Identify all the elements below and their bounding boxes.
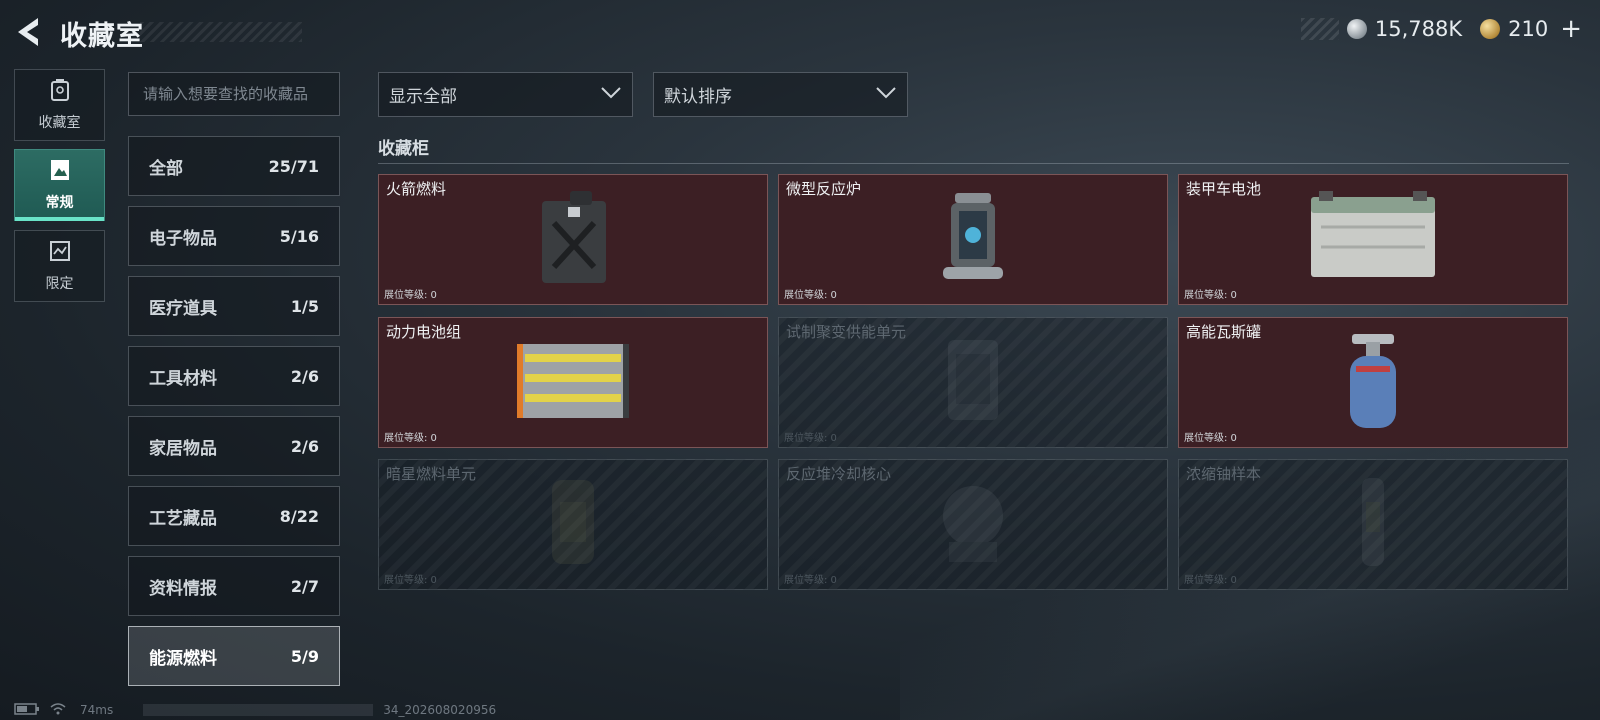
mini-reactor-icon	[935, 187, 1011, 291]
item-card-fusion-unit[interactable]: 试制聚变供能单元 展位等级: 0	[778, 317, 1168, 448]
add-currency-button[interactable]: +	[1560, 16, 1582, 42]
wifi-icon	[50, 702, 66, 718]
silver-coin-icon	[1346, 19, 1367, 39]
item-name: 暗星燃料单元	[386, 465, 477, 483]
item-name: 反应堆冷却核心	[786, 465, 892, 483]
item-card-reactor-core[interactable]: 反应堆冷却核心 展位等级: 0	[778, 459, 1168, 590]
top-bar: 收藏室 15,788K 210 +	[0, 0, 1600, 64]
category-label: 工艺藏品	[149, 508, 217, 529]
item-level: 展位等级: 0	[384, 290, 437, 301]
section-divider	[378, 163, 1569, 164]
gold-balance: 210	[1508, 17, 1549, 41]
category-label: 工具材料	[149, 368, 217, 389]
silver-balance: 15,788K	[1374, 17, 1463, 41]
item-name: 动力电池组	[386, 323, 462, 341]
title-decoration	[140, 22, 302, 42]
item-card-vehicle-battery[interactable]: 装甲车电池 展位等级: 0	[1178, 174, 1568, 305]
show-filter-dropdown[interactable]: 显示全部	[378, 72, 633, 117]
item-level: 展位等级: 0	[784, 575, 837, 586]
collection-room-icon	[49, 78, 71, 106]
fuel-canister-icon	[530, 187, 616, 291]
dropdown-label: 默认排序	[664, 87, 732, 107]
regular-icon	[49, 158, 71, 186]
gold-coin-icon	[1480, 19, 1501, 39]
category-count: 25/71	[268, 156, 319, 176]
fusion-unit-icon	[938, 330, 1008, 434]
nav-label: 收藏室	[38, 115, 81, 131]
vehicle-battery-icon	[1305, 187, 1441, 291]
item-level: 展位等级: 0	[1184, 433, 1237, 444]
page-title: 收藏室	[60, 21, 144, 52]
chevron-down-icon	[875, 85, 897, 104]
reactor-core-icon	[933, 472, 1013, 576]
darkstar-fuel-icon	[538, 472, 608, 576]
item-level: 展位等级: 0	[784, 433, 837, 444]
item-level: 展位等级: 0	[384, 575, 437, 586]
battery-pack-icon	[513, 330, 633, 434]
item-name: 火箭燃料	[386, 180, 447, 198]
status-bar: 74ms 34_202608020956	[14, 702, 496, 718]
item-card-mini-reactor[interactable]: 微型反应炉 展位等级: 0	[778, 174, 1168, 305]
item-name: 浓缩铀样本	[1186, 465, 1262, 483]
item-level: 展位等级: 0	[384, 433, 437, 444]
item-level: 展位等级: 0	[1184, 575, 1237, 586]
nav-limited[interactable]: 限定	[14, 230, 105, 302]
section-title: 收藏柜	[378, 139, 429, 159]
item-name: 装甲车电池	[1186, 180, 1262, 198]
item-card-rocket-fuel[interactable]: 火箭燃料 展位等级: 0	[378, 174, 768, 305]
category-label: 资料情报	[149, 578, 217, 599]
category-crafts[interactable]: 工艺藏品 8/22	[128, 486, 340, 546]
category-count: 2/6	[290, 436, 319, 456]
item-name: 微型反应炉	[786, 180, 862, 198]
ping-value: 74ms	[80, 703, 114, 717]
category-count: 2/7	[290, 576, 319, 596]
category-count: 2/6	[290, 366, 319, 386]
currency-bar: 15,788K 210 +	[1300, 14, 1582, 44]
item-card-darkstar-fuel[interactable]: 暗星燃料单元 展位等级: 0	[378, 459, 768, 590]
nav-regular[interactable]: 常规	[14, 149, 105, 221]
item-card-gas-tank[interactable]: 高能瓦斯罐 展位等级: 0	[1178, 317, 1568, 448]
category-count: 1/5	[290, 296, 319, 316]
redacted-info	[143, 704, 374, 716]
build-id: 34_202608020956	[383, 703, 497, 717]
category-energy[interactable]: 能源燃料 5/9	[128, 626, 340, 686]
nav-label: 常规	[45, 195, 74, 211]
category-count: 8/22	[279, 506, 319, 526]
item-level: 展位等级: 0	[1184, 290, 1237, 301]
nav-collection-room[interactable]: 收藏室	[14, 69, 105, 141]
chevron-down-icon	[600, 85, 622, 104]
item-card-uranium-sample[interactable]: 浓缩铀样本 展位等级: 0	[1178, 459, 1568, 590]
category-count: 5/9	[290, 646, 319, 666]
dropdown-label: 显示全部	[389, 87, 457, 107]
category-label: 能源燃料	[149, 648, 217, 669]
item-level: 展位等级: 0	[784, 290, 837, 301]
category-household[interactable]: 家居物品 2/6	[128, 416, 340, 476]
item-name: 高能瓦斯罐	[1186, 323, 1262, 341]
category-intel[interactable]: 资料情报 2/7	[128, 556, 340, 616]
nav-label: 限定	[45, 276, 74, 292]
battery-icon	[14, 702, 40, 718]
category-medical[interactable]: 医疗道具 1/5	[128, 276, 340, 336]
gas-tank-icon	[1338, 330, 1408, 438]
category-label: 家居物品	[149, 438, 217, 459]
category-all[interactable]: 全部 25/71	[128, 136, 340, 196]
search-input[interactable]	[128, 72, 340, 116]
category-label: 全部	[149, 158, 183, 179]
uranium-sample-icon	[1348, 472, 1398, 576]
limited-icon	[49, 239, 71, 267]
back-arrow-icon[interactable]	[14, 16, 44, 48]
category-label: 医疗道具	[149, 298, 217, 319]
category-tools[interactable]: 工具材料 2/6	[128, 346, 340, 406]
category-label: 电子物品	[149, 228, 217, 249]
sort-dropdown[interactable]: 默认排序	[653, 72, 908, 117]
category-electronics[interactable]: 电子物品 5/16	[128, 206, 340, 266]
currency-decoration	[1300, 18, 1339, 40]
item-name: 试制聚变供能单元	[786, 323, 907, 341]
item-card-battery-pack[interactable]: 动力电池组 展位等级: 0	[378, 317, 768, 448]
category-count: 5/16	[279, 226, 319, 246]
